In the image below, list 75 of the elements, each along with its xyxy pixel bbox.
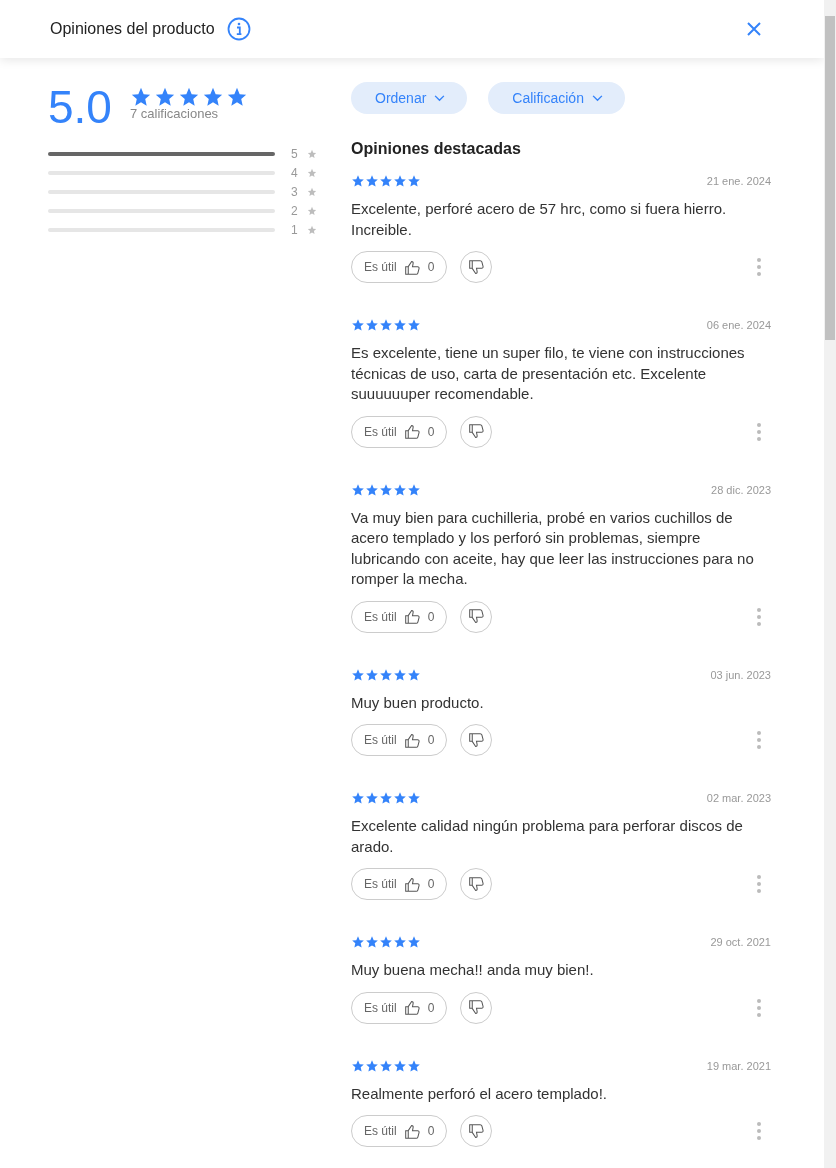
more-options-button[interactable] <box>757 875 761 893</box>
star-icon <box>307 205 317 216</box>
info-icon[interactable] <box>226 17 251 41</box>
not-helpful-button[interactable] <box>460 415 493 448</box>
thumbs-down-icon <box>467 258 485 276</box>
thumbs-up-icon <box>403 1122 421 1140</box>
more-options-button[interactable] <box>757 258 761 276</box>
thumbs-up-icon <box>403 731 421 749</box>
more-options-icon <box>757 731 761 749</box>
not-helpful-button[interactable] <box>460 991 493 1024</box>
dialog-title: Opiniones del producto <box>50 20 215 38</box>
average-rating: 5.0 <box>48 82 112 132</box>
review-text: Excelente calidad ningún problema para perforar discos de arado. <box>351 816 744 857</box>
ratings-count: 7 calificaciones <box>129 106 220 121</box>
more-options-icon <box>757 998 761 1017</box>
more-options-icon <box>757 422 761 441</box>
chevron-down-icon <box>591 94 603 102</box>
thumbs-down-icon <box>467 1122 485 1140</box>
review-date: 02 mar. 2023 <box>706 792 771 804</box>
review-text: Es excelente, tiene un super filo, te viene con instrucciones técnicas de uso, carta de presentación etc. Excelente suuuuuuper recomendable. <box>351 343 746 404</box>
more-options-button[interactable] <box>757 998 761 1017</box>
not-helpful-button[interactable] <box>460 600 493 633</box>
helpful-button[interactable]: Es útil 0 <box>351 251 448 283</box>
not-helpful-button[interactable] <box>460 868 493 900</box>
more-options-icon <box>757 1122 761 1140</box>
more-options-button[interactable] <box>757 422 761 441</box>
thumbs-down-icon <box>467 875 485 893</box>
thumbs-up-icon <box>403 875 421 893</box>
review-text: Muy buen producto. <box>351 692 485 713</box>
more-options-button[interactable] <box>757 731 761 749</box>
review-text: Muy buena mecha!! anda muy bien!. <box>351 960 595 980</box>
thumbs-up-icon <box>403 999 421 1016</box>
thumbs-down-icon <box>467 423 485 440</box>
thumbs-up-icon <box>403 423 421 440</box>
helpful-button[interactable]: Es útil 0 <box>351 600 448 633</box>
thumbs-up-icon <box>403 258 421 276</box>
star-icon <box>307 224 317 235</box>
star-icon <box>307 148 317 159</box>
star-icon <box>307 167 317 178</box>
helpful-button[interactable]: Es útil 0 <box>351 991 448 1024</box>
review-date: 29 oct. 2021 <box>710 936 771 948</box>
star-icon <box>307 186 317 197</box>
helpful-button[interactable]: Es útil 0 <box>351 415 448 448</box>
star-level-label: 5 <box>291 146 299 161</box>
star-level-label: 3 <box>291 184 299 199</box>
more-options-icon <box>757 258 761 276</box>
review-text: Va muy bien para cuchilleria, probé en varios cuchillos de acero templado y los perforó sin problemas, siempre lubricando con aceite, hay que leer las instrucciones para no romper la mecha. <box>351 507 755 589</box>
review-date: 21 ene. 2024 <box>706 175 771 187</box>
not-helpful-button[interactable] <box>460 251 493 283</box>
review-date: 03 jun. 2023 <box>710 668 771 681</box>
more-options-button[interactable] <box>757 607 761 626</box>
helpful-button[interactable]: Es útil 0 <box>351 1115 448 1147</box>
review-date: 06 ene. 2024 <box>706 319 771 331</box>
more-options-icon <box>757 607 761 626</box>
section-title: Opiniones destacadas <box>351 140 522 158</box>
star-level-label: 1 <box>291 222 299 237</box>
close-icon <box>746 21 762 37</box>
review-date: 28 dic. 2023 <box>711 483 771 496</box>
helpful-button[interactable]: Es útil 0 <box>351 868 448 900</box>
thumbs-down-icon <box>467 731 485 749</box>
review-text: Excelente, perforé acero de 57 hrc, como si fuera hierro. Increible. <box>351 199 728 240</box>
not-helpful-button[interactable] <box>460 1115 493 1147</box>
review-text: Realmente perforó el acero templado!. <box>351 1083 608 1104</box>
scrollbar-thumb[interactable] <box>825 16 835 340</box>
thumbs-down-icon <box>467 608 485 625</box>
chevron-down-icon <box>434 94 446 102</box>
more-options-button[interactable] <box>757 1122 761 1140</box>
thumbs-up-icon <box>403 608 421 625</box>
review-date: 19 mar. 2021 <box>706 1059 771 1072</box>
thumbs-down-icon <box>467 999 485 1016</box>
star-level-label: 2 <box>291 203 299 218</box>
star-level-label: 4 <box>291 165 299 180</box>
not-helpful-button[interactable] <box>460 724 493 756</box>
helpful-button[interactable]: Es útil 0 <box>351 724 448 756</box>
more-options-icon <box>757 875 761 893</box>
